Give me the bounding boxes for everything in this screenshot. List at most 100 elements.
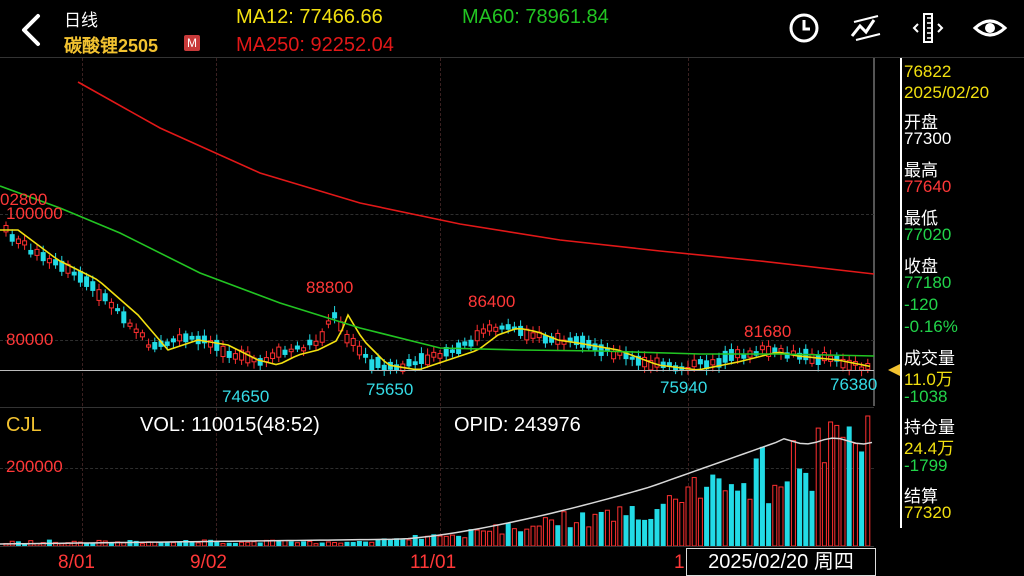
candle-body bbox=[369, 359, 375, 371]
indicator-name[interactable]: CJL bbox=[6, 414, 42, 437]
volume-bar bbox=[214, 541, 220, 546]
volume-bar bbox=[859, 451, 865, 546]
volume-bar bbox=[735, 490, 741, 546]
candle-body bbox=[121, 311, 127, 324]
settle-value: 77320 bbox=[904, 503, 952, 522]
volume-bar bbox=[108, 542, 114, 546]
volume-bar bbox=[375, 539, 381, 546]
candle-body bbox=[214, 339, 220, 351]
candle-body bbox=[319, 331, 325, 343]
candle-body bbox=[90, 281, 96, 291]
candlestick-chart[interactable] bbox=[0, 58, 874, 406]
volume-bar bbox=[344, 541, 350, 546]
volume-bar bbox=[170, 542, 176, 546]
candle-body bbox=[480, 328, 486, 334]
volume-bar bbox=[437, 535, 443, 546]
candle-body bbox=[146, 344, 152, 348]
period-label[interactable]: 日线 bbox=[64, 6, 98, 31]
candle-body bbox=[15, 238, 21, 245]
crosshair-horizontal-line bbox=[0, 370, 874, 371]
volume-bar bbox=[425, 535, 431, 546]
high-annotation: 81680 bbox=[744, 322, 792, 341]
current-price: 76822 bbox=[904, 62, 952, 81]
volume-bar bbox=[704, 486, 710, 546]
candle-body bbox=[77, 271, 83, 283]
volume-bar bbox=[350, 541, 356, 546]
eye-icon[interactable] bbox=[972, 10, 1008, 46]
volume-chart[interactable] bbox=[0, 408, 874, 546]
x-axis-label: 8/01 bbox=[58, 552, 95, 573]
volume-bar bbox=[139, 543, 145, 546]
candle-body bbox=[505, 324, 511, 330]
draw-line-icon[interactable] bbox=[848, 10, 884, 46]
change-percent: -0.16% bbox=[904, 317, 958, 336]
volume-bar bbox=[803, 472, 809, 546]
volume-bar bbox=[449, 534, 455, 546]
candle-body bbox=[183, 333, 189, 343]
low-annotation: 76380 bbox=[830, 375, 878, 394]
volume-bar bbox=[307, 540, 313, 546]
candle-body bbox=[115, 308, 121, 312]
volume-bar bbox=[301, 541, 307, 546]
open-interest-readout: OPID: 243976 bbox=[454, 414, 581, 436]
chart-bottom-border bbox=[0, 546, 874, 547]
selected-date: 2025/02/20 bbox=[904, 83, 990, 102]
volume-bar bbox=[648, 518, 654, 546]
volume-bar bbox=[480, 530, 486, 546]
candle-body bbox=[449, 349, 455, 353]
volume-bar bbox=[487, 530, 493, 546]
volume-bar bbox=[518, 531, 524, 546]
x-axis-label: 9/02 bbox=[190, 552, 227, 573]
volume-bar bbox=[332, 542, 338, 546]
close-value: 77180 bbox=[904, 273, 952, 292]
volume-bar bbox=[561, 511, 567, 546]
low-annotation: 74650 bbox=[222, 387, 270, 406]
volume-bar bbox=[257, 542, 263, 546]
candle-body bbox=[307, 339, 313, 346]
volume-bar bbox=[797, 468, 803, 546]
volume-bar bbox=[766, 503, 772, 546]
volume-bar bbox=[840, 436, 846, 546]
volume-bar bbox=[499, 533, 505, 546]
back-arrow-icon[interactable] bbox=[14, 10, 48, 50]
volume-bar bbox=[549, 519, 555, 546]
volume-bar bbox=[617, 506, 623, 546]
candle-body bbox=[580, 335, 586, 348]
candle-body bbox=[741, 354, 747, 359]
volume-bar bbox=[815, 427, 821, 546]
volume-bar bbox=[592, 513, 598, 546]
candle-body bbox=[697, 359, 703, 365]
contract-name[interactable]: 碳酸锂2505 bbox=[64, 32, 158, 58]
volume-bar bbox=[679, 501, 685, 546]
volume-bar bbox=[747, 498, 753, 546]
candle-body bbox=[518, 325, 524, 336]
volume-bar bbox=[809, 490, 815, 546]
volume-bar bbox=[772, 484, 778, 546]
candle-body bbox=[363, 353, 369, 358]
volume-bar bbox=[90, 542, 96, 546]
candle-body bbox=[189, 335, 195, 340]
volume-bar bbox=[642, 519, 648, 546]
clock-icon[interactable] bbox=[786, 10, 822, 46]
volume-bar bbox=[654, 509, 660, 546]
candle-body bbox=[375, 356, 381, 368]
volume-bar bbox=[319, 542, 325, 546]
volume-bar bbox=[59, 543, 65, 546]
volume-bar bbox=[294, 542, 300, 546]
open-value: 77300 bbox=[904, 129, 952, 148]
change-value: -120 bbox=[904, 295, 939, 314]
volume-bar bbox=[400, 539, 406, 546]
volume-bar bbox=[753, 458, 759, 546]
candle-body bbox=[356, 345, 362, 356]
candle-body bbox=[499, 325, 505, 330]
volume-bar bbox=[177, 542, 183, 546]
ma60-value: MA60: 78961.84 bbox=[462, 6, 609, 28]
crosshair-ruler-icon[interactable] bbox=[910, 10, 946, 46]
candle-body bbox=[53, 259, 59, 266]
volume-bar bbox=[741, 483, 747, 546]
volume-bar bbox=[325, 541, 331, 546]
quote-detail-panel: 76822 2025/02/20 开盘 77300 最高 77640 最低 77… bbox=[876, 58, 1024, 548]
low-value: 77020 bbox=[904, 225, 952, 244]
high-annotation: 86400 bbox=[468, 292, 516, 311]
ma250-value: MA250: 92252.04 bbox=[236, 34, 394, 56]
